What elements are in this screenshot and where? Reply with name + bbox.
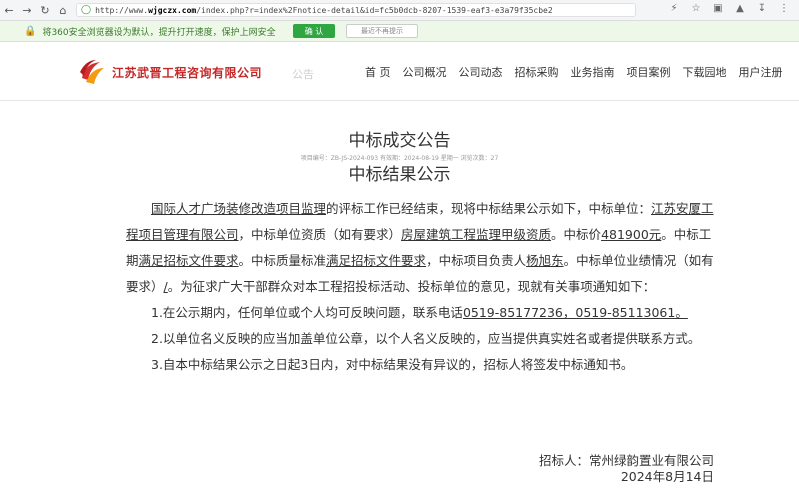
company-logo[interactable] bbox=[78, 58, 106, 86]
browser-toolbar: ← → ↻ ⌂ ◯ http://www.wjgczx.com/index.ph… bbox=[0, 0, 799, 21]
article-title: 中标成交公告 bbox=[348, 131, 451, 151]
dismiss-button[interactable]: 最近不再提示 bbox=[346, 24, 418, 38]
address-bar[interactable]: ◯ http://www.wjgczx.com/index.php?r=inde… bbox=[76, 3, 636, 17]
star-icon[interactable]: ☆ bbox=[689, 3, 703, 14]
site-header: 江苏武晋工程咨询有限公司 公告 首 页 公司概况 公司动态 招标采购 业务指南 … bbox=[0, 42, 799, 101]
signer: 招标人：常州绿韵置业有限公司 bbox=[538, 453, 714, 468]
back-icon[interactable]: ← bbox=[0, 0, 18, 20]
nav-home[interactable]: 首 页 bbox=[365, 64, 391, 80]
lock-icon: 🔒 bbox=[24, 25, 37, 37]
download-icon[interactable]: ↧ bbox=[755, 3, 769, 14]
confirm-button[interactable]: 确 认 bbox=[293, 24, 335, 38]
paragraph-item-2: 2.以单位名义反映的应当加盖单位公章，以个人名义反映的，应当提供真实姓名或者提供… bbox=[151, 331, 701, 346]
contact-phone: 0519-85177236，0519-85113061。 bbox=[462, 305, 688, 320]
paragraph-announcement: 国际人才广场装修改造项目监理的评标工作已经结束，现将中标结果公示如下，中标单位：… bbox=[126, 201, 714, 294]
forward-icon[interactable]: → bbox=[18, 0, 36, 20]
nav-tender-procurement[interactable]: 招标采购 bbox=[515, 64, 559, 80]
signature-block: 招标人：常州绿韵置业有限公司 2024年8月14日 bbox=[539, 453, 714, 485]
article-body: 国际人才广场装修改造项目监理的评标工作已经结束，现将中标结果公示如下，中标单位：… bbox=[126, 196, 716, 378]
nav-company-profile[interactable]: 公司概况 bbox=[403, 64, 447, 80]
nav-business-guide[interactable]: 业务指南 bbox=[571, 64, 615, 80]
nav-project-cases[interactable]: 项目案例 bbox=[627, 64, 671, 80]
nav-user-register[interactable]: 用户注册 bbox=[739, 64, 783, 80]
nav-company-news[interactable]: 公司动态 bbox=[459, 64, 503, 80]
home-icon[interactable]: ⌂ bbox=[54, 0, 72, 20]
paragraph-item-3: 3.自本中标结果公示之日起3日内，对中标结果没有异议的，招标人将签发中标通知书。 bbox=[151, 357, 634, 372]
notice-message: 将360安全浏览器设为默认，提升打开速度，保护上网安全 bbox=[42, 27, 276, 38]
main-nav: 首 页 公司概况 公司动态 招标采购 业务指南 项目案例 下载园地 用户注册 bbox=[365, 64, 795, 80]
url-text: http://www.wjgczx.com/index.php?r=index%… bbox=[95, 5, 553, 15]
menu-icon[interactable]: ⋮ bbox=[777, 3, 791, 14]
sign-date: 2024年8月14日 bbox=[620, 469, 714, 484]
refresh-icon[interactable]: ↻ bbox=[36, 0, 54, 20]
faded-banner-text: 公告 bbox=[292, 68, 314, 81]
default-browser-notice: 🔒 将360安全浏览器设为默认，提升打开速度，保护上网安全 确 认 最近不再提示 bbox=[0, 21, 799, 42]
article-container: 中标成交公告 项目编号：ZB-JS-2024-093 有效期：2024-08-1… bbox=[0, 100, 799, 493]
extension-icon[interactable]: ▣ bbox=[711, 3, 725, 14]
lightning-icon[interactable]: ⚡ bbox=[667, 3, 681, 14]
article-subtitle: 中标结果公示 bbox=[348, 165, 451, 185]
puzzle-icon[interactable]: ▲ bbox=[733, 3, 747, 14]
company-name: 江苏武晋工程咨询有限公司 bbox=[112, 66, 263, 80]
nav-downloads[interactable]: 下载园地 bbox=[683, 64, 727, 80]
paragraph-item-1: 1.在公示期内，任何单位或个人均可反映问题，联系电话0519-85177236，… bbox=[151, 305, 688, 320]
security-shield-icon: ◯ bbox=[81, 5, 92, 15]
